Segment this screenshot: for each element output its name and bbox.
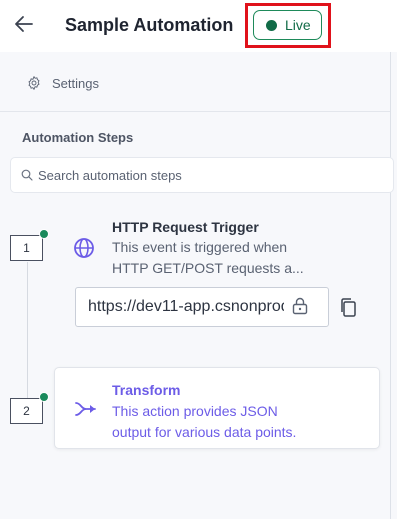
search-box [10, 157, 394, 193]
step-card-transform[interactable]: Transform This action provides JSON outp… [54, 367, 380, 449]
search-icon [21, 169, 33, 181]
completed-check-icon [39, 229, 49, 239]
settings-label: Settings [52, 75, 99, 91]
settings-row: Settings [0, 52, 390, 112]
step-number-badge: 2 [10, 398, 43, 424]
step-title: HTTP Request Trigger [112, 219, 259, 235]
completed-check-icon [39, 392, 49, 402]
step-title: Transform [112, 382, 181, 398]
globe-icon [74, 238, 94, 258]
status-dot-icon [266, 19, 277, 31]
lock-icon [292, 297, 308, 315]
transform-icon [75, 402, 96, 416]
live-status-button[interactable]: Live [253, 10, 322, 40]
panel-divider [390, 52, 391, 519]
page-title: Sample Automation [65, 15, 234, 35]
timeline-connector [27, 262, 28, 398]
step-description-line-1: This action provides JSON [112, 403, 278, 419]
step-number-badge: 1 [10, 235, 43, 261]
step-card-http-trigger[interactable]: HTTP Request Trigger This event is trigg… [57, 205, 387, 355]
copy-icon[interactable] [339, 297, 357, 319]
header: Sample Automation Live [0, 0, 397, 52]
back-arrow-icon[interactable] [12, 12, 36, 36]
automation-steps-heading: Automation Steps [22, 130, 134, 145]
settings-button[interactable]: Settings [26, 72, 99, 94]
live-status-label: Live [285, 17, 311, 33]
webhook-url-text: https://dev11-app.csnonprod [88, 298, 284, 315]
gear-icon [28, 76, 40, 90]
step-description-line-2: HTTP GET/POST requests a... [112, 260, 304, 276]
search-steps-input[interactable] [38, 167, 368, 183]
step-description-line-2: output for various data points. [112, 424, 297, 440]
step-description-line-1: This event is triggered when [112, 239, 288, 255]
